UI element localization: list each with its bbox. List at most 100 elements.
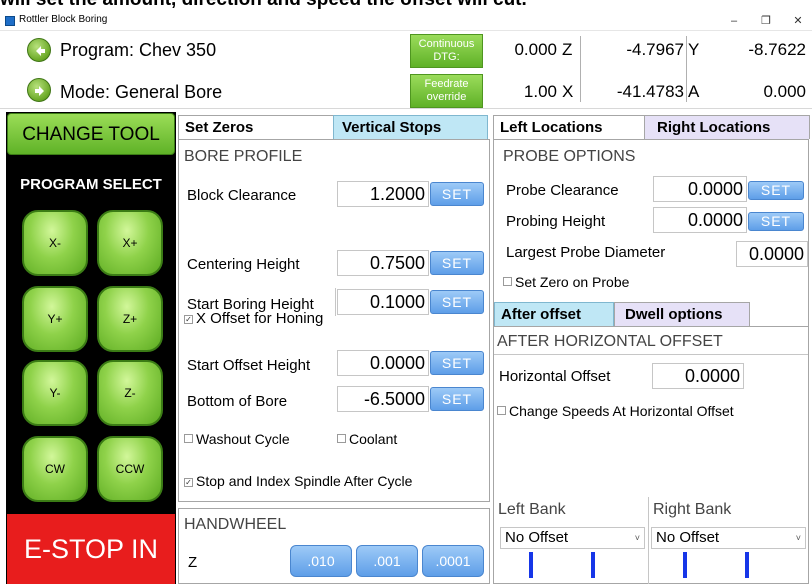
- right-bank-value: No Offset: [656, 529, 720, 546]
- start-offset-height-label: Start Offset Height: [187, 357, 311, 374]
- probing-height-set-button[interactable]: SET: [748, 212, 804, 231]
- tab-vertical-stops[interactable]: Vertical Stops: [333, 115, 488, 139]
- probe-clearance-set-button[interactable]: SET: [748, 181, 804, 200]
- program-label: Program: Chev 350: [60, 40, 217, 60]
- probe-clearance-label: Probe Clearance: [506, 182, 619, 199]
- jog-x-minus-button[interactable]: X-: [22, 210, 88, 276]
- tab-set-zeros[interactable]: Set Zeros: [178, 115, 336, 139]
- bore-profile-title: BORE PROFILE: [184, 148, 303, 165]
- left-bank-dropdown[interactable]: No Offset ˅: [500, 527, 645, 549]
- estop-button[interactable]: E-STOP IN: [7, 514, 175, 584]
- block-clearance-value[interactable]: 1.2000: [337, 181, 429, 207]
- left-bank-value: No Offset: [505, 529, 569, 546]
- washout-cycle-label: Washout Cycle: [196, 431, 290, 447]
- change-speeds-checkbox[interactable]: Change Speeds At Horizontal Offset: [497, 403, 734, 419]
- handwheel-axis-label: Z: [188, 554, 198, 571]
- probing-height-value[interactable]: 0.0000: [653, 207, 747, 233]
- close-button[interactable]: ✕: [790, 13, 806, 29]
- jog-z-plus-button[interactable]: Z+: [97, 286, 163, 352]
- y-axis-label: Y: [688, 40, 700, 59]
- probe-options-title: PROBE OPTIONS: [503, 148, 636, 165]
- mode-label: Mode: General Bore: [60, 82, 223, 102]
- maximize-button[interactable]: ❐: [758, 13, 774, 29]
- largest-probe-diameter-value[interactable]: 0.0000: [736, 241, 808, 267]
- continuous-dtg-button[interactable]: Continuous DTG:: [410, 34, 483, 68]
- bank-divider: [648, 497, 649, 584]
- horizontal-offset-value[interactable]: 0.0000: [652, 363, 744, 389]
- right-bank-dropdown[interactable]: No Offset ˅: [651, 527, 806, 549]
- program-back-button[interactable]: [27, 38, 51, 62]
- dtg-value: 0.000: [514, 40, 557, 59]
- coord-divider: [686, 36, 687, 102]
- checkbox-box[interactable]: [184, 434, 193, 443]
- start-offset-height-value[interactable]: 0.0000: [337, 350, 429, 376]
- start-boring-height-value[interactable]: 0.1000: [337, 289, 429, 315]
- header-divider: [0, 108, 812, 109]
- checkbox-box[interactable]: ✓: [184, 315, 193, 324]
- spindle-ccw-button[interactable]: CCW: [97, 436, 163, 502]
- y-value: -8.7622: [748, 40, 806, 59]
- bottom-of-bore-value[interactable]: -6.5000: [337, 386, 429, 412]
- jog-y-minus-button[interactable]: Y-: [22, 360, 88, 426]
- minimize-button[interactable]: –: [726, 13, 742, 29]
- subtab-divider: [494, 326, 808, 327]
- centering-height-label: Centering Height: [187, 256, 300, 273]
- handwheel-step-0001-button[interactable]: .0001: [422, 545, 484, 577]
- x-offset-honing-label: X Offset for Honing: [196, 310, 324, 327]
- block-clearance-label: Block Clearance: [187, 187, 297, 204]
- jog-z-minus-button[interactable]: Z-: [97, 360, 163, 426]
- instruction-caption: will set the amount, direction and speed…: [0, 0, 812, 11]
- set-zero-on-probe-checkbox[interactable]: Set Zero on Probe: [503, 274, 629, 290]
- after-offset-title: AFTER HORIZONTAL OFFSET: [497, 333, 723, 350]
- spindle-cw-button[interactable]: CW: [22, 436, 88, 502]
- block-clearance-set-button[interactable]: SET: [430, 182, 484, 206]
- right-arrow-icon: [35, 86, 44, 96]
- tab-left-locations[interactable]: Left Locations: [493, 115, 645, 139]
- after-offset-divider: [494, 354, 808, 355]
- probe-clearance-value[interactable]: 0.0000: [653, 176, 747, 202]
- checkbox-box[interactable]: ✓: [184, 478, 193, 487]
- program-select-heading: PROGRAM SELECT: [20, 176, 162, 193]
- centering-height-value[interactable]: 0.7500: [337, 250, 429, 276]
- feedrate-value: 1.00: [523, 82, 557, 101]
- start-boring-height-set-button[interactable]: SET: [430, 290, 484, 314]
- handwheel-step-001-button[interactable]: .001: [356, 545, 418, 577]
- left-arrow-icon: [36, 46, 45, 56]
- centering-height-set-button[interactable]: SET: [430, 251, 484, 275]
- window-title: Rottler Block Boring: [19, 14, 108, 25]
- jog-x-plus-button[interactable]: X+: [97, 210, 163, 276]
- change-speeds-label: Change Speeds At Horizontal Offset: [509, 403, 734, 419]
- x-offset-honing-checkbox[interactable]: ✓ X Offset for Honing: [184, 310, 323, 327]
- chevron-down-icon: ˅: [795, 533, 801, 543]
- handwheel-title: HANDWHEEL: [184, 516, 287, 533]
- washout-cycle-checkbox[interactable]: Washout Cycle: [184, 431, 290, 447]
- bottom-of-bore-label: Bottom of Bore: [187, 393, 288, 410]
- right-bank-indicator: [683, 552, 687, 578]
- x-value: -41.4783: [616, 82, 684, 101]
- z-value: -4.7967: [626, 40, 684, 59]
- stop-index-spindle-label: Stop and Index Spindle After Cycle: [196, 473, 413, 489]
- handwheel-step-010-button[interactable]: .010: [290, 545, 352, 577]
- feedrate-override-button[interactable]: Feedrate override: [410, 74, 483, 108]
- tab-dwell-options[interactable]: Dwell options: [614, 302, 750, 327]
- window-titlebar: Rottler Block Boring – ❐ ✕: [0, 11, 812, 31]
- coolant-checkbox[interactable]: Coolant: [337, 431, 397, 447]
- tab-right-locations[interactable]: Right Locations: [644, 115, 810, 139]
- tab-after-offset[interactable]: After offset: [494, 302, 614, 327]
- right-bank-label: Right Bank: [653, 501, 732, 518]
- a-value: 0.000: [763, 82, 806, 101]
- stop-index-spindle-checkbox[interactable]: ✓ Stop and Index Spindle After Cycle: [184, 473, 412, 489]
- largest-probe-diameter-label: Largest Probe Diameter: [506, 244, 666, 261]
- checkbox-box[interactable]: [337, 434, 346, 443]
- coolant-label: Coolant: [349, 431, 398, 447]
- change-tool-button[interactable]: CHANGE TOOL: [7, 113, 175, 155]
- start-offset-height-set-button[interactable]: SET: [430, 351, 484, 375]
- checkbox-box[interactable]: [503, 277, 512, 286]
- left-bank-indicator: [591, 552, 595, 578]
- checkbox-box[interactable]: [497, 406, 506, 415]
- jog-y-plus-button[interactable]: Y+: [22, 286, 88, 352]
- right-bank-indicator: [745, 552, 749, 578]
- bottom-of-bore-set-button[interactable]: SET: [430, 387, 484, 411]
- app-icon: [5, 16, 15, 26]
- mode-forward-button[interactable]: [27, 78, 51, 102]
